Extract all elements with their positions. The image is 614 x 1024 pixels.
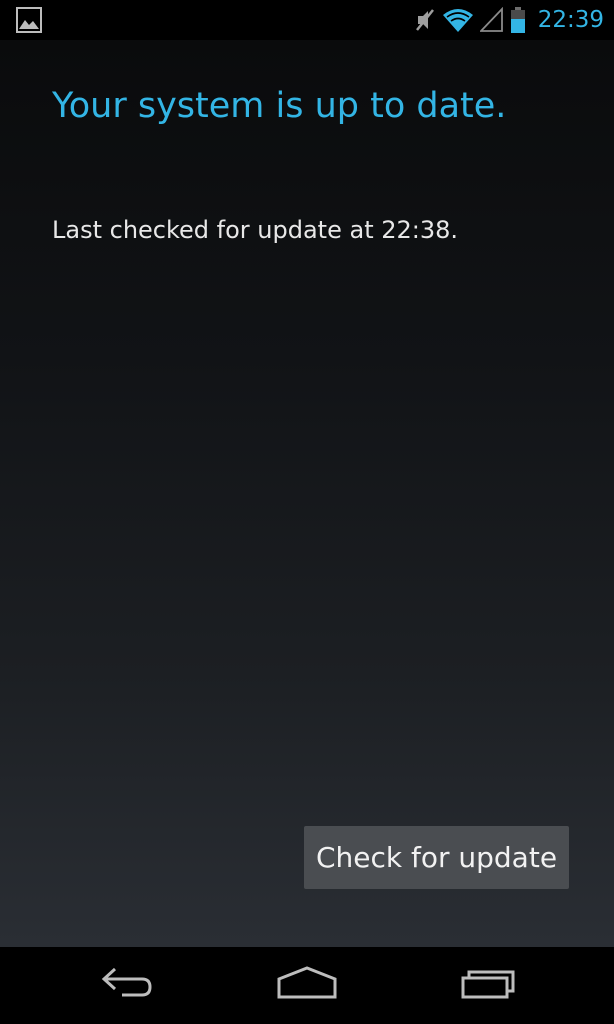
system-update-screen: 22:39 Your system is up to date. Last ch… (0, 0, 614, 1024)
recents-button[interactable] (448, 965, 528, 1005)
gallery-notification-icon (16, 7, 42, 37)
home-button[interactable] (267, 965, 347, 1005)
status-icons: 22:39 (414, 4, 604, 36)
back-icon (98, 965, 158, 1005)
main-content: Your system is up to date. Last checked … (0, 40, 614, 947)
navigation-bar (0, 947, 614, 1024)
recents-icon (458, 965, 518, 1005)
back-button[interactable] (88, 965, 168, 1005)
home-icon (276, 965, 338, 1005)
check-for-update-button[interactable]: Check for update (304, 826, 569, 889)
battery-icon (510, 6, 526, 34)
status-clock: 22:39 (537, 7, 604, 33)
page-title: Your system is up to date. (52, 86, 507, 126)
wifi-icon (442, 7, 474, 33)
cell-signal-icon (479, 7, 504, 33)
mute-icon (414, 7, 436, 33)
last-checked-text: Last checked for update at 22:38. (52, 216, 459, 244)
status-bar: 22:39 (0, 0, 614, 40)
